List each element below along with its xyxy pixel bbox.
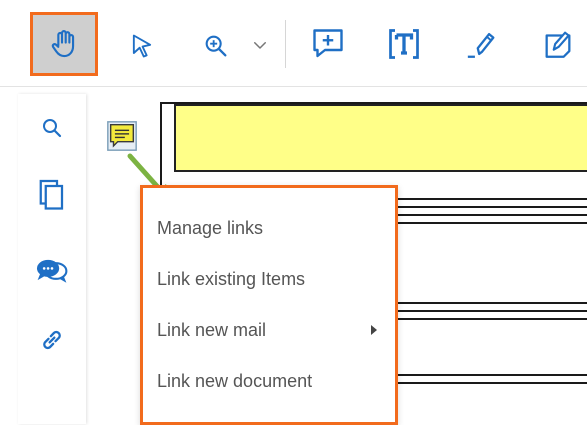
menu-item-link-new-document[interactable]: Link new document (157, 371, 312, 392)
menu-item-manage-links[interactable]: Manage links (157, 218, 263, 239)
menu-item-link-existing-items[interactable]: Link existing Items (157, 269, 305, 290)
menu-item-link-new-mail[interactable]: Link new mail (157, 320, 266, 341)
submenu-arrow-icon (371, 325, 377, 335)
link-context-menu: Manage links Link existing Items Link ne… (140, 185, 398, 425)
